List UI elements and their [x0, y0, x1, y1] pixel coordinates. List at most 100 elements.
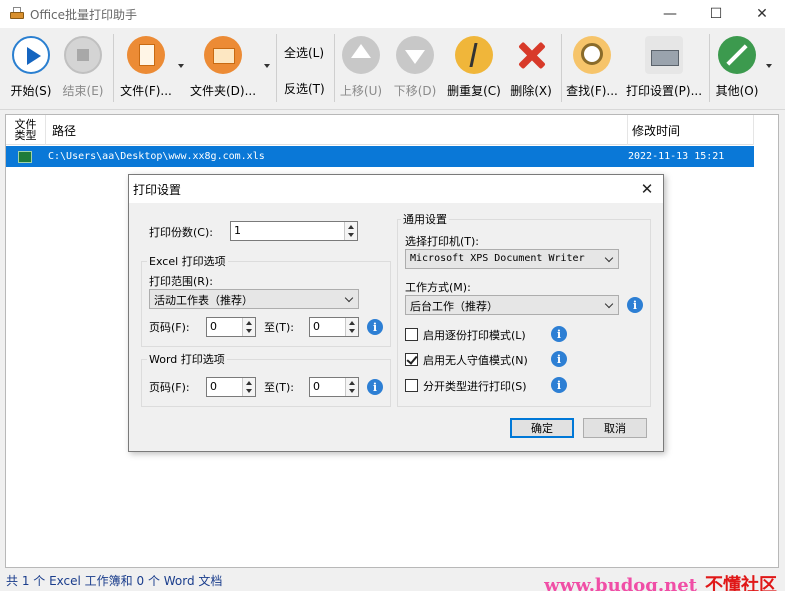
toolbar: 开始(S) 结束(E) 文件(F)... 文件夹(D)... 全选(L) 反选(… — [0, 28, 785, 110]
find-button[interactable]: 查找(F)... — [566, 34, 618, 104]
column-modified[interactable]: 修改时间 — [628, 115, 754, 145]
toolbar-separator — [276, 34, 277, 102]
watermark-name: 不懂社区 — [705, 575, 777, 591]
printer-select[interactable]: Microsoft XPS Document Writer — [405, 249, 619, 269]
word-to-label: 至(T): — [264, 381, 295, 394]
close-button[interactable]: ✕ — [739, 0, 785, 28]
chevron-down-icon — [344, 293, 354, 303]
print-range-select[interactable]: 活动工作表（推荐） — [149, 289, 359, 309]
other-dropdown-arrow-icon[interactable] — [766, 64, 772, 68]
file-dropdown-arrow-icon[interactable] — [178, 64, 184, 68]
magnifier-icon — [573, 36, 611, 74]
remove-duplicates-label: 删重复(C) — [447, 84, 501, 98]
folder-icon — [204, 36, 242, 74]
excel-group-label: Excel 打印选项 — [147, 253, 228, 269]
word-group-label: Word 打印选项 — [147, 351, 227, 367]
column-type[interactable]: 文件类型 — [6, 115, 46, 145]
table-row[interactable]: C:\Users\aa\Desktop\www.xx8g.com.xls 202… — [6, 146, 754, 167]
delete-x-icon — [512, 36, 550, 74]
info-icon[interactable]: i — [551, 351, 567, 367]
copies-stepper[interactable]: 1 — [230, 221, 358, 241]
column-path-label: 路径 — [52, 123, 77, 138]
chevron-down-icon — [604, 299, 614, 309]
other-button[interactable]: 其他(O) — [714, 34, 760, 104]
type-cell — [18, 146, 34, 167]
info-icon[interactable]: i — [367, 379, 383, 395]
collate-checkbox[interactable] — [405, 328, 418, 341]
spin-arrows-icon[interactable] — [344, 222, 357, 240]
status-text: 共 1 个 Excel 工作簿和 0 个 Word 文档 — [6, 574, 223, 588]
minimize-button[interactable]: — — [647, 0, 693, 28]
print-by-type-label: 分开类型进行打印(S) — [423, 380, 527, 393]
work-mode-select[interactable]: 后台工作（推荐） — [405, 295, 619, 315]
column-type-label: 文件类型 — [14, 118, 37, 142]
spin-arrows-icon[interactable] — [345, 318, 358, 336]
folder-dropdown-arrow-icon[interactable] — [264, 64, 270, 68]
spin-arrows-icon[interactable] — [242, 318, 255, 336]
spin-arrows-icon[interactable] — [242, 378, 255, 396]
select-all-button[interactable]: 全选(L) — [284, 44, 324, 61]
mode-label: 工作方式(M): — [405, 281, 471, 294]
move-down-button[interactable]: 下移(D) — [392, 34, 438, 104]
end-button[interactable]: 结束(E) — [60, 34, 106, 104]
watermark-url: www.budog.net — [544, 575, 697, 591]
spin-arrows-icon[interactable] — [345, 378, 358, 396]
excel-page-from-stepper[interactable]: 0 — [206, 317, 256, 337]
merge-icon — [455, 36, 493, 74]
excel-to-value: 0 — [313, 320, 320, 333]
info-icon[interactable]: i — [551, 326, 567, 342]
unattended-label: 启用无人守值模式(N) — [423, 354, 528, 367]
info-icon[interactable]: i — [367, 319, 383, 335]
end-label: 结束(E) — [62, 84, 104, 98]
column-path[interactable]: 路径 — [46, 115, 628, 145]
remove-duplicates-button[interactable]: 删重复(C) — [446, 34, 502, 104]
column-modified-label: 修改时间 — [632, 123, 681, 138]
tools-icon — [718, 36, 756, 74]
invert-selection-button[interactable]: 反选(T) — [284, 80, 325, 97]
move-up-button[interactable]: 上移(U) — [338, 34, 384, 104]
dialog-title: 打印设置 — [133, 182, 182, 197]
word-page-from-stepper[interactable]: 0 — [206, 377, 256, 397]
add-folder-button[interactable]: 文件夹(D)... — [190, 34, 256, 104]
unattended-checkbox[interactable] — [405, 353, 418, 366]
excel-pages-label: 页码(F): — [149, 321, 190, 334]
arrow-down-icon — [396, 36, 434, 74]
copies-value: 1 — [234, 224, 241, 237]
find-label: 查找(F)... — [566, 84, 618, 98]
cancel-button[interactable]: 取消 — [583, 418, 647, 438]
word-page-to-stepper[interactable]: 0 — [309, 377, 359, 397]
start-button[interactable]: 开始(S) — [8, 34, 54, 104]
excel-file-icon — [18, 150, 32, 163]
start-label: 开始(S) — [10, 84, 52, 98]
path-cell: C:\Users\aa\Desktop\www.xx8g.com.xls — [48, 151, 265, 162]
stop-icon — [64, 36, 102, 74]
window-title: Office批量打印助手 — [30, 7, 138, 22]
print-settings-dialog: 打印设置 ✕ 打印份数(C): 1 Excel 打印选项 打印范围(R): 活动… — [128, 174, 664, 452]
dialog-close-icon[interactable]: ✕ — [637, 179, 657, 199]
word-from-value: 0 — [210, 380, 217, 393]
printer-icon — [645, 36, 683, 74]
excel-from-value: 0 — [210, 320, 217, 333]
maximize-button[interactable]: ☐ — [693, 0, 739, 28]
chevron-down-icon — [604, 253, 614, 263]
status-bar: 共 1 个 Excel 工作簿和 0 个 Word 文档 www.budog.n… — [0, 570, 785, 591]
collate-label: 启用逐份打印模式(L) — [423, 329, 526, 342]
info-icon[interactable]: i — [627, 297, 643, 313]
add-file-button[interactable]: 文件(F)... — [118, 34, 174, 104]
toolbar-separator — [113, 34, 114, 102]
printer-value: Microsoft XPS Document Writer — [410, 253, 585, 264]
title-bar: Office批量打印助手 — ☐ ✕ — [0, 0, 785, 28]
print-settings-button[interactable]: 打印设置(P)... — [626, 34, 702, 104]
excel-to-label: 至(T): — [264, 321, 295, 334]
print-by-type-checkbox[interactable] — [405, 379, 418, 392]
range-value: 活动工作表（推荐） — [154, 294, 253, 307]
watermark: www.budog.net 不懂社区 — [544, 571, 777, 591]
folder-label: 文件夹(D)... — [189, 84, 257, 98]
general-group-label: 通用设置 — [401, 211, 449, 227]
range-label: 打印范围(R): — [149, 275, 213, 288]
delete-button[interactable]: 删除(X) — [508, 34, 554, 104]
excel-page-to-stepper[interactable]: 0 — [309, 317, 359, 337]
info-icon[interactable]: i — [551, 377, 567, 393]
ok-button[interactable]: 确定 — [510, 418, 574, 438]
arrow-up-icon — [342, 36, 380, 74]
